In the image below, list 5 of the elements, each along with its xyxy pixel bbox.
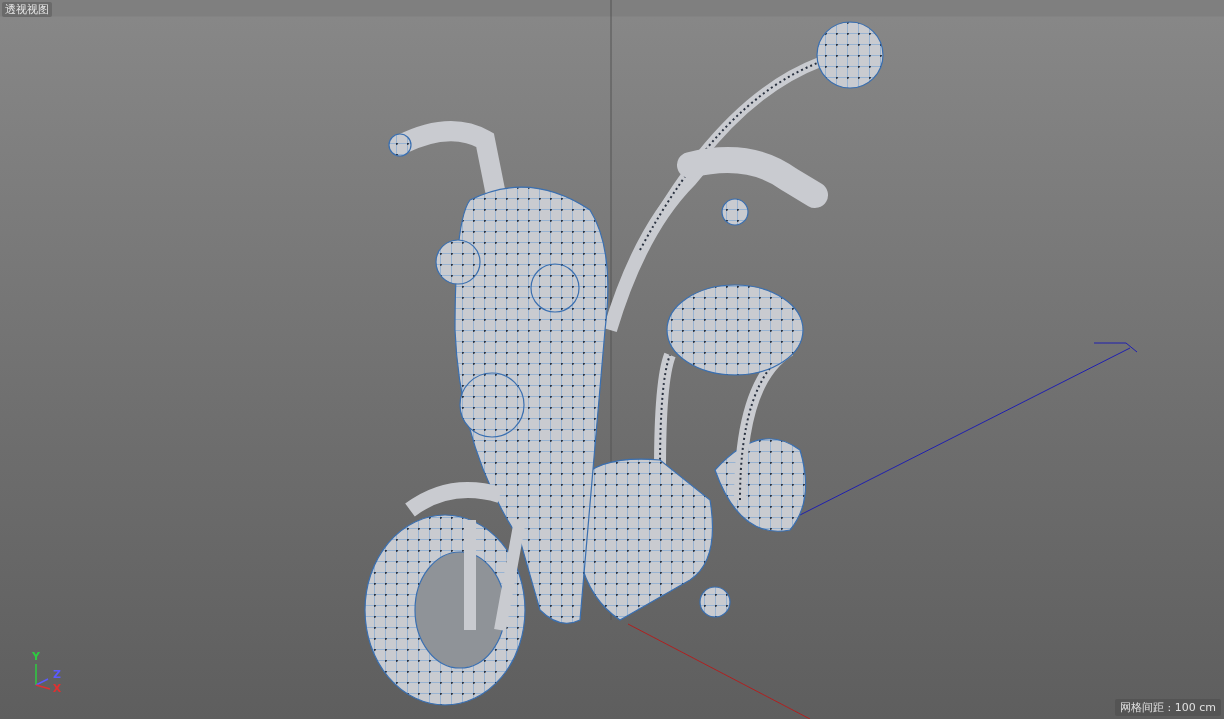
gizmo-axis-label: X	[52, 682, 62, 695]
grid-spacing-label: 网格间距 : 100 cm	[1115, 699, 1221, 716]
gizmo-axis-label: Y	[32, 650, 40, 663]
gizmo-axis-label: Z	[53, 668, 61, 681]
viewport-title: 透视视图	[2, 2, 52, 17]
